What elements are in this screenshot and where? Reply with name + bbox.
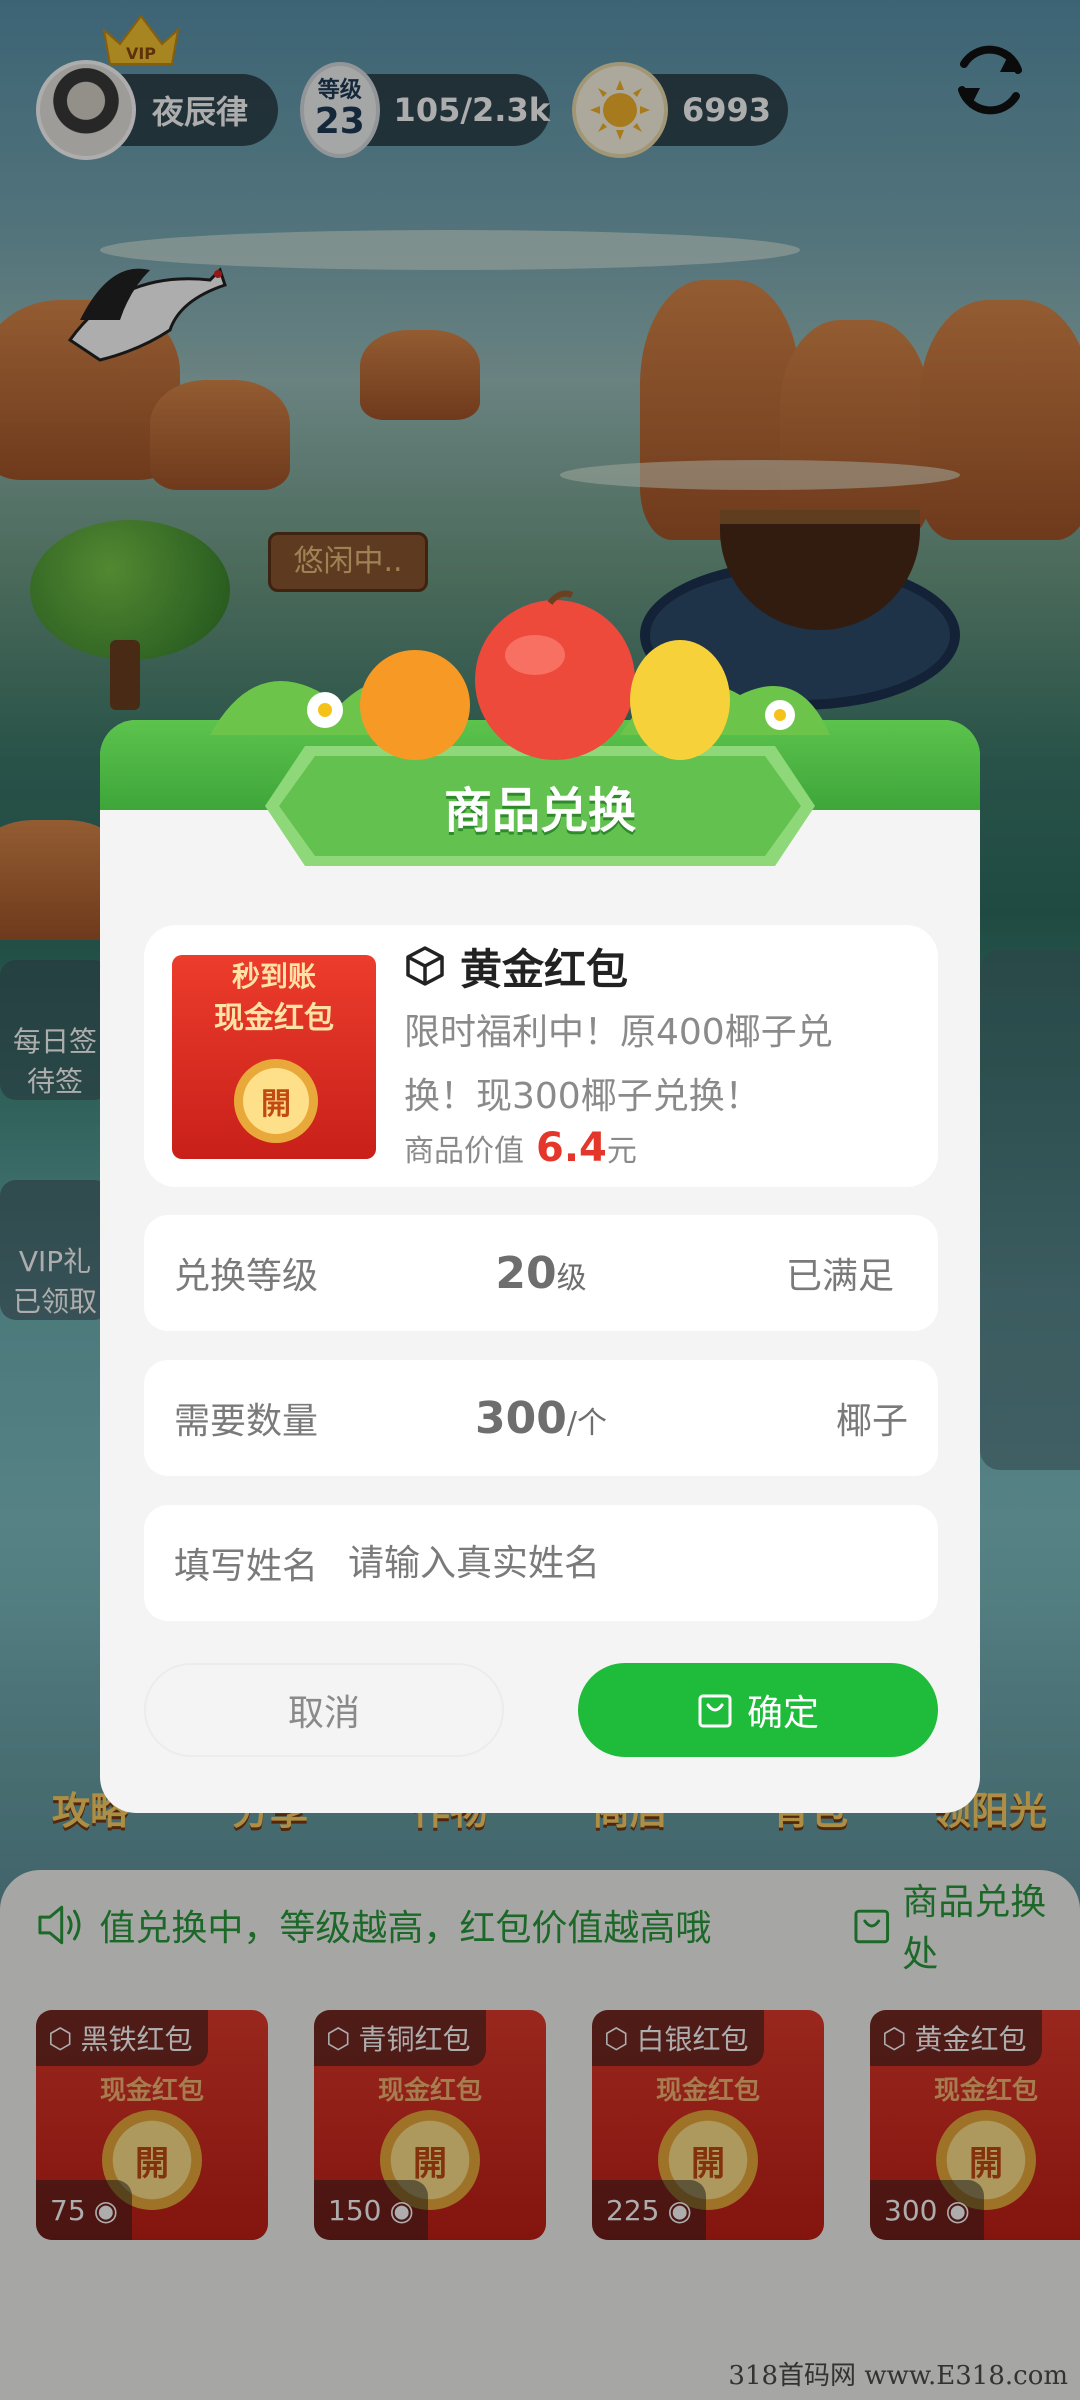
open-coin-icon: 開 [234, 1059, 318, 1143]
quantity-currency: 椰子 [835, 1401, 908, 1442]
product-title: 黄金红包 [404, 931, 628, 1001]
exchange-dialog: 商品兑换 秒到账 现金红包 開 黄金红包 限时福利中！原400椰子兑换！现300… [100, 720, 980, 1813]
name-row: 填写姓名 [144, 1505, 938, 1621]
product-description: 限时福利中！原400椰子兑换！现300椰子兑换！ [404, 1012, 833, 1117]
product-value-number: 6.4 [536, 1125, 607, 1171]
confirm-label: 确定 [746, 1693, 819, 1734]
cancel-button[interactable]: 取消 [144, 1663, 504, 1757]
level-requirement-status: 已满足 [785, 1256, 894, 1297]
product-value-unit: 元 [606, 1134, 637, 1169]
confirm-button[interactable]: 确定 [578, 1663, 938, 1757]
product-value: 商品价值 6.4元 [404, 1125, 637, 1171]
watermark: 318首码网 www.E318.com [728, 2361, 1068, 2391]
product-name: 黄金红包 [460, 944, 629, 994]
product-card: 秒到账 现金红包 開 黄金红包 限时福利中！原400椰子兑换！现300椰子兑换！… [144, 925, 938, 1187]
level-requirement-unit: 级 [556, 1260, 587, 1296]
quantity-value: 300 [475, 1392, 567, 1444]
product-image: 秒到账 现金红包 開 [172, 955, 376, 1159]
product-image-line1: 秒到账 [231, 960, 316, 993]
level-requirement-row: 兑换等级 20级 已满足 [144, 1215, 938, 1331]
shopping-bag-icon [698, 1694, 732, 1728]
quantity-unit: /个 [566, 1405, 607, 1441]
quantity-row: 需要数量 300/个 椰子 [144, 1360, 938, 1476]
product-image-line2: 现金红包 [214, 1001, 334, 1036]
cube-icon [406, 946, 444, 986]
level-requirement-value: 20 [495, 1247, 557, 1299]
fruit-decoration [210, 590, 830, 760]
product-value-label: 商品价值 [404, 1134, 524, 1169]
name-label: 填写姓名 [174, 1546, 319, 1587]
real-name-input[interactable] [348, 1542, 849, 1584]
